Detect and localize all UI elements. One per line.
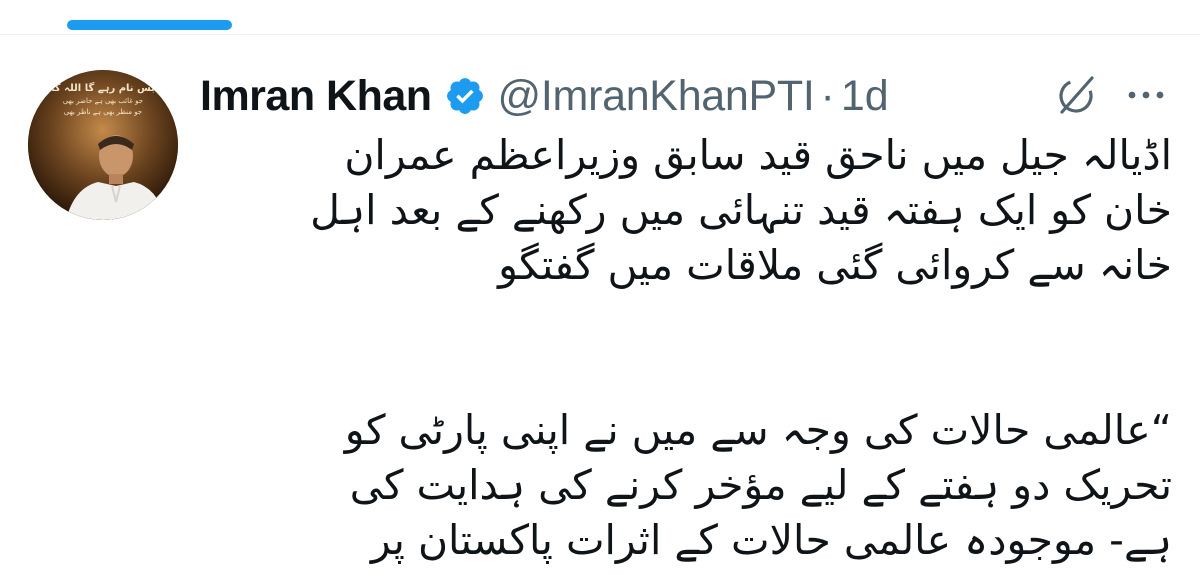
avatar[interactable]: بس نام رہے گا اللہ کا جو غائب بھی ہے حاض… [28, 70, 178, 220]
more-options-icon[interactable] [1122, 80, 1170, 110]
active-tab-indicator [67, 20, 232, 30]
grok-icon[interactable] [1052, 72, 1100, 120]
tweet-screen: بس نام رہے گا اللہ کا جو غائب بھی ہے حاض… [0, 0, 1200, 585]
tweet-text-line: خانہ سے کروائی گئی ملاقات میں گفتگو [498, 241, 1172, 289]
avatar-text-line-2: جو غائب بھی ہے حاضر بھی [62, 97, 144, 105]
tweet-text-line: اڈیالہ جیل میں ناحق قید سابق وزیراعظم عم… [344, 131, 1172, 179]
author-name[interactable]: Imran Khan [200, 72, 432, 121]
tweet-time[interactable]: 1d [841, 72, 889, 121]
tweet-header: Imran Khan @ImranKhanPTI · 1d [200, 66, 889, 126]
tweet-text-line: خان کو ایک ہفتہ قید تنہائی میں رکھنے کے … [310, 186, 1172, 234]
separator-dot: · [820, 71, 835, 120]
author-handle[interactable]: @ImranKhanPTI [498, 72, 815, 121]
tweet-text: اڈیالہ جیل میں ناحق قید سابق وزیراعظم عم… [200, 128, 1172, 568]
avatar-text-line-3: جو منظر بھی ہے ناظر بھی [63, 108, 143, 116]
tweet-text-line: تحریک دو ہفتے کے لیے مؤخر کرنے کی ہدایت … [349, 461, 1172, 509]
verified-badge-icon[interactable] [444, 75, 486, 117]
top-divider [0, 34, 1200, 35]
tweet-text-line: ہے- موجودہ عالمی حالات کے اثرات پاکستان … [370, 516, 1172, 564]
avatar-text-line-1: بس نام رہے گا اللہ کا [51, 83, 155, 94]
tweet-text-line: “عالمی حالات کی وجہ سے میں نے اپنی پارٹی… [344, 406, 1172, 454]
